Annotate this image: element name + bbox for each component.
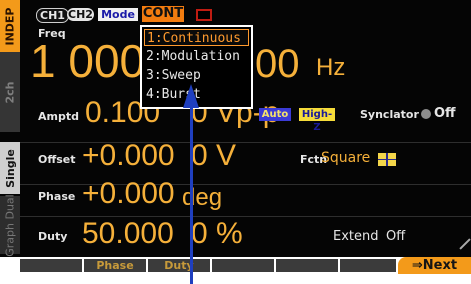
status-icon <box>196 9 212 21</box>
square-wave-icon <box>378 153 396 166</box>
tab-indep[interactable]: INDEP <box>0 0 20 52</box>
extend-value[interactable]: Off <box>386 229 405 244</box>
arrow-up-icon <box>190 106 193 284</box>
tab-2ch-label: 2ch <box>3 80 17 104</box>
phase-unit: deg <box>182 184 223 211</box>
amptd-label: Amptd <box>38 110 79 123</box>
tab-graph-dual-label: Graph Dual <box>3 193 17 257</box>
ch1-indicator[interactable]: CH1 <box>36 8 69 23</box>
tab-graph-dual[interactable]: Graph Dual <box>0 193 20 257</box>
offset-value[interactable]: +0.000 <box>82 140 175 172</box>
extend-label: Extend <box>333 229 379 244</box>
freq-value-tail[interactable]: 00 <box>255 44 300 84</box>
fctn-value[interactable]: Square <box>321 150 370 166</box>
softkey-1[interactable] <box>20 259 82 272</box>
instrument-screen: INDEP 2ch Single Graph Dual CH1 CH2 Mode… <box>0 0 471 257</box>
softkey-4[interactable] <box>212 259 274 272</box>
menu-item-sweep[interactable]: 3:Sweep <box>144 67 249 84</box>
tab-2ch[interactable]: 2ch <box>0 52 20 132</box>
softkey-6[interactable] <box>340 259 396 272</box>
tab-single-label: Single <box>3 148 17 188</box>
auto-badge[interactable]: Auto <box>259 108 291 121</box>
next-button[interactable]: ⇒Next <box>398 257 471 274</box>
high-z-badge[interactable]: High-Z <box>299 108 335 133</box>
duty-label: Duty <box>38 230 68 243</box>
mode-label: Mode <box>98 8 138 21</box>
offset-label: Offset <box>38 153 76 166</box>
circle-icon <box>421 109 431 119</box>
synclator-value[interactable]: Off <box>434 106 456 121</box>
menu-item-modulation[interactable]: 2:Modulation <box>144 48 249 65</box>
phase-value[interactable]: +0.000 <box>82 178 175 210</box>
softkey-duty-label: Duty <box>164 259 194 272</box>
duty-unit: 0 % <box>191 217 243 250</box>
ch2-indicator[interactable]: CH2 <box>67 8 94 21</box>
duty-value[interactable]: 50.000 <box>82 218 174 250</box>
offset-unit: 0 V <box>191 139 237 172</box>
mode-value[interactable]: CONT <box>142 6 184 22</box>
synclator-label: Synclator <box>360 108 419 121</box>
phase-label: Phase <box>38 190 76 203</box>
freq-unit: Hz <box>316 54 346 81</box>
softkey-5[interactable] <box>276 259 338 272</box>
menu-item-continuous[interactable]: 1:Continuous <box>144 29 249 46</box>
tab-single[interactable]: Single <box>0 142 20 194</box>
arrow-head-icon <box>183 84 199 108</box>
resize-indicator <box>459 238 471 250</box>
tab-indep-label: INDEP <box>3 6 17 46</box>
softkey-phase-label: Phase <box>96 259 134 272</box>
